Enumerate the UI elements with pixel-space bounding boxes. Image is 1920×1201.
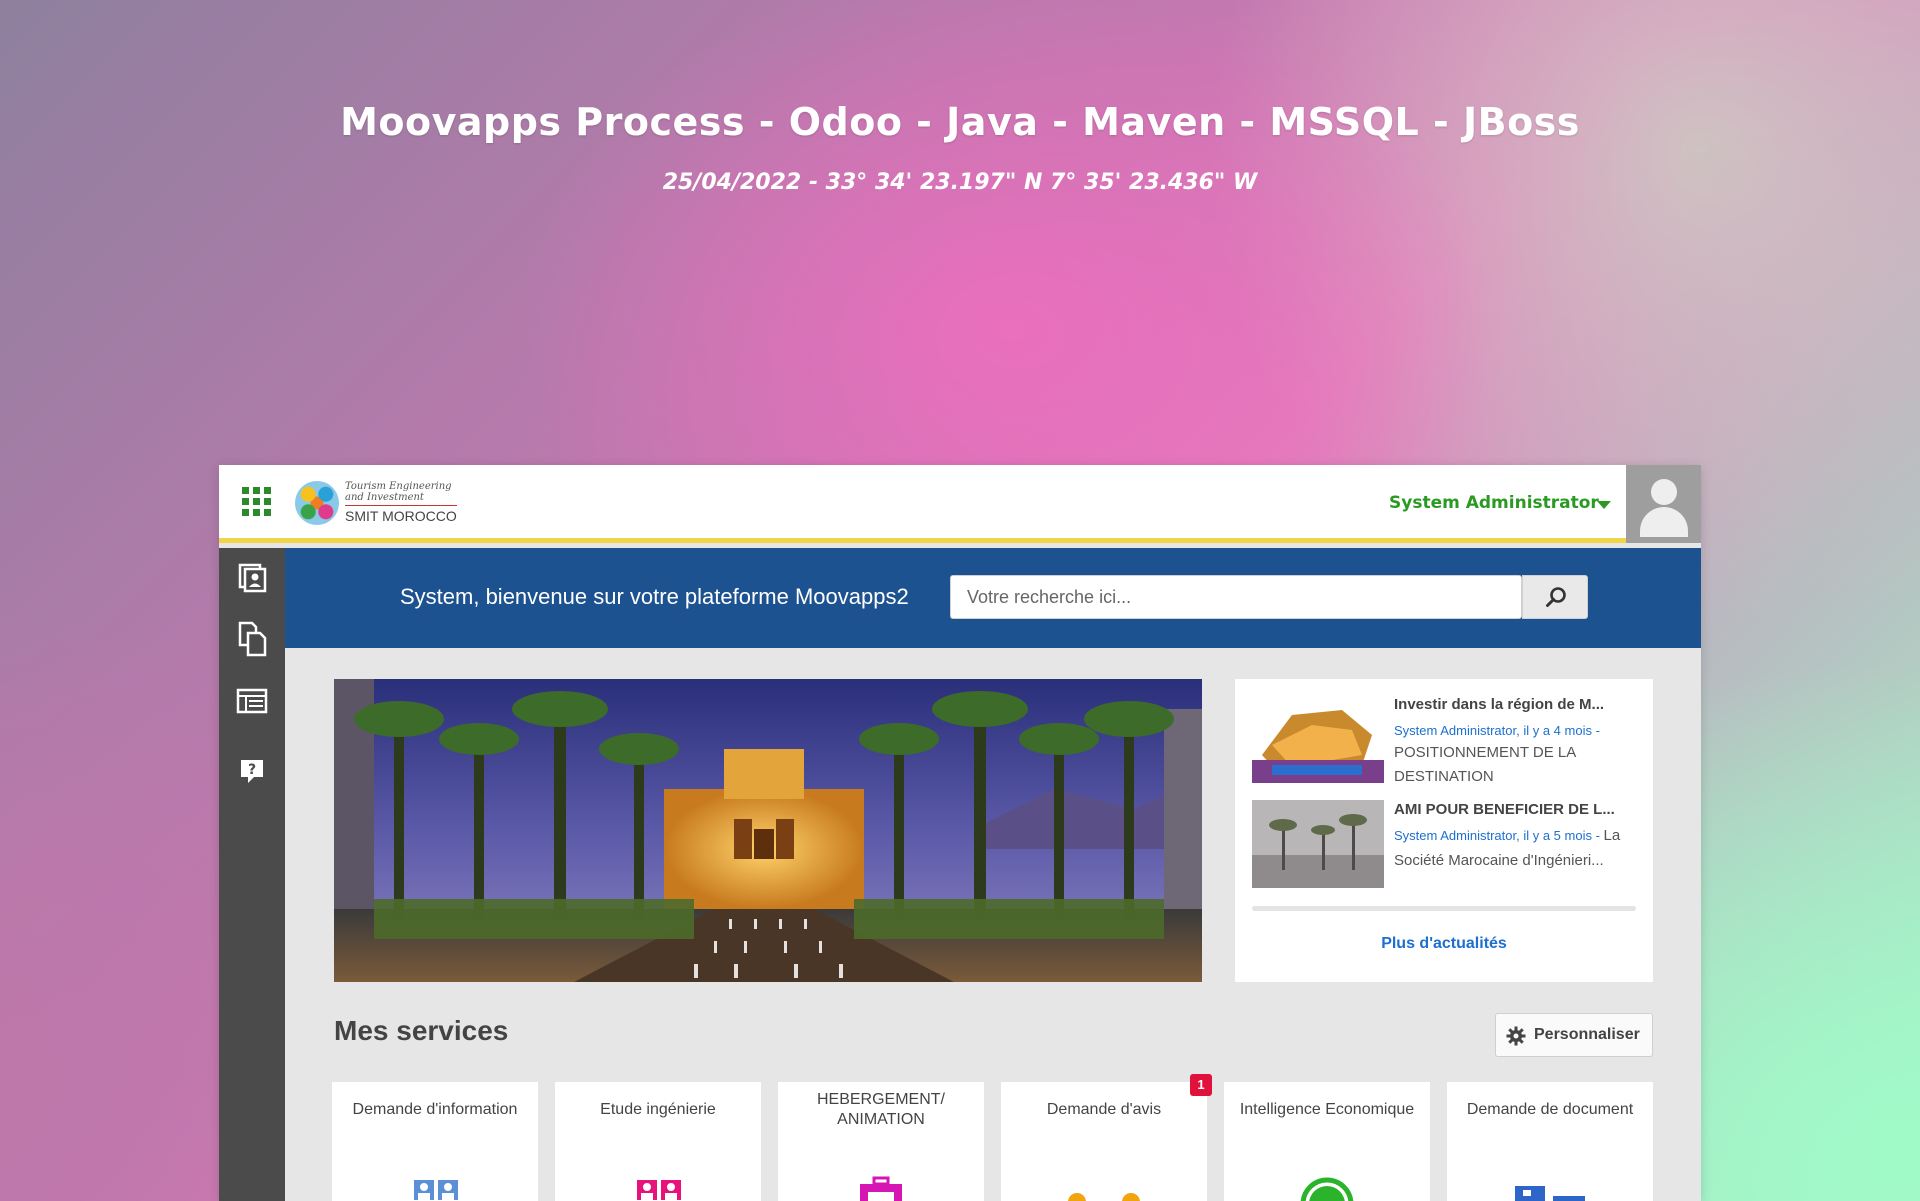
logo-name: SMIT MOROCCO (345, 508, 457, 524)
welcome-banner: System, bienvenue sur votre plateforme M… (285, 548, 1701, 648)
logo-globe-icon (295, 481, 339, 525)
gear-icon (1506, 1026, 1526, 1046)
dots-icon (1068, 1193, 1140, 1201)
news-scrollbar[interactable] (1252, 906, 1636, 911)
sidebar-item-documents[interactable] (219, 608, 285, 668)
tile-label: Etude ingénierie (600, 1101, 716, 1118)
news-title[interactable]: AMI POUR BENEFICIER DE L... (1394, 801, 1634, 818)
tile-label: Demande d'information (352, 1101, 518, 1118)
suitcase-icon (860, 1176, 902, 1201)
page-subline: 25/04/2022 - 33° 34' 23.197" N 7° 35' 23… (662, 170, 1258, 195)
services-title: Mes services (334, 1015, 509, 1046)
service-tile-demande-information[interactable]: Demande d'information (332, 1082, 538, 1201)
sidebar: ? (219, 548, 285, 1201)
customize-button[interactable]: Personnaliser (1495, 1013, 1653, 1057)
logo-tagline: Tourism Engineering and Investment (345, 481, 452, 503)
sidebar-item-lists[interactable] (219, 674, 285, 734)
tile-label: Intelligence Economique (1239, 1101, 1415, 1118)
sidebar-item-help[interactable]: ? (219, 742, 285, 802)
news-meta[interactable]: System Administrator, il y a 5 mois - La (1394, 827, 1634, 844)
news-excerpt: Société Marocaine d'Ingénieri... (1394, 852, 1604, 869)
search-button[interactable] (1522, 575, 1588, 619)
user-menu-name[interactable]: System Administrator (1389, 493, 1599, 513)
contact-card-icon (238, 563, 267, 593)
user-avatar-icon[interactable] (1626, 465, 1701, 543)
svg-text:?: ? (248, 762, 256, 778)
people-icon (637, 1180, 681, 1200)
caret-down-icon[interactable] (1597, 501, 1611, 509)
company-logo[interactable]: Tourism Engineering and Investment SMIT … (295, 481, 465, 529)
news-excerpt: POSITIONNEMENT DE LA DESTINATION (1394, 744, 1576, 785)
app-window: Tourism Engineering and Investment SMIT … (219, 465, 1701, 1201)
logo-rule (345, 505, 457, 506)
search-input[interactable]: Votre recherche ici... (950, 575, 1522, 619)
notification-badge: 1 (1190, 1074, 1212, 1096)
customize-label: Personnaliser (1534, 1026, 1640, 1043)
document-icon (1515, 1186, 1585, 1201)
news-meta-author[interactable]: System Administrator, il y a 5 mois - (1394, 828, 1600, 843)
news-card: Investir dans la région de M... System A… (1235, 679, 1653, 982)
list-table-icon (236, 688, 268, 714)
more-news-link[interactable]: Plus d'actualités (1235, 935, 1653, 953)
people-icon (414, 1180, 458, 1200)
apps-grid-icon[interactable] (242, 487, 272, 517)
tile-label: HEBERGEMENT/ ANIMATION (816, 1091, 945, 1128)
service-tile-hebergement-animation[interactable]: HEBERGEMENT/ ANIMATION (778, 1082, 984, 1201)
page-headline: Moovapps Process - Odoo - Java - Maven -… (340, 100, 1580, 144)
service-tile-etude-ingenierie[interactable]: Etude ingénierie (555, 1082, 761, 1201)
service-tile-demande-avis[interactable]: Demande d'avis 1 (1001, 1074, 1212, 1201)
news-title[interactable]: Investir dans la région de M... (1394, 696, 1634, 713)
top-bar: Tourism Engineering and Investment SMIT … (219, 465, 1701, 543)
hero-image[interactable] (334, 679, 1202, 982)
news-thumbnail[interactable] (1252, 800, 1384, 888)
tile-label: Demande d'avis (1046, 1101, 1162, 1118)
tile-label: Demande de document (1466, 1101, 1634, 1118)
service-tile-intelligence-economique[interactable]: Intelligence Economique (1224, 1082, 1430, 1201)
globe-icon (1300, 1177, 1354, 1201)
documents-icon (238, 621, 267, 657)
sidebar-item-contacts[interactable] (219, 548, 285, 608)
news-thumbnail[interactable] (1252, 695, 1384, 783)
service-tile-demande-document[interactable]: Demande de document (1447, 1082, 1653, 1201)
welcome-message: System, bienvenue sur votre plateforme M… (400, 584, 909, 609)
search-icon (1546, 587, 1566, 607)
news-excerpt-start: La (1603, 827, 1621, 844)
news-meta[interactable]: System Administrator, il y a 4 mois - (1394, 723, 1634, 738)
help-bubble-icon: ? (241, 760, 263, 783)
